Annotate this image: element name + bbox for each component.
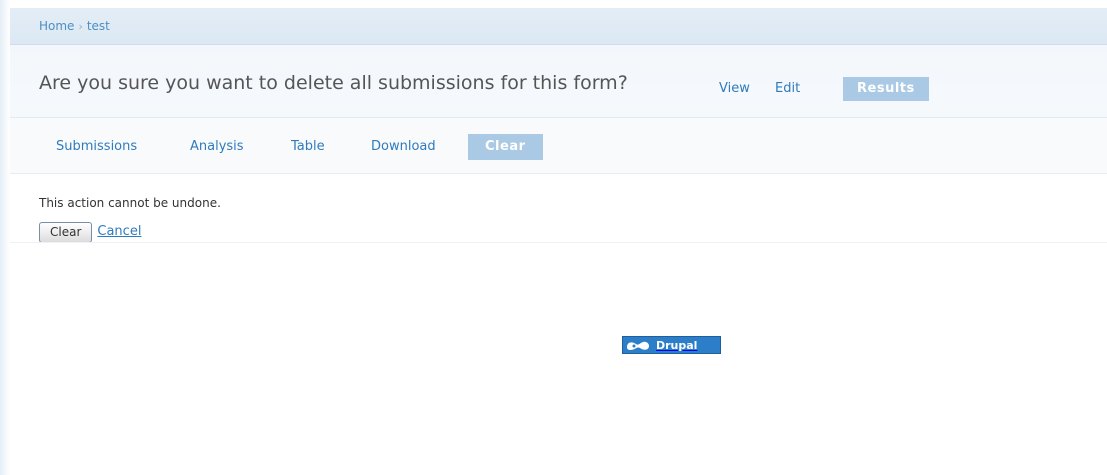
tab-view[interactable]: View (719, 77, 750, 101)
clear-button[interactable]: Clear (39, 222, 93, 243)
form-actions: Clear Cancel (39, 221, 141, 243)
secondary-tabs: Submissions Analysis Table Download Clea… (10, 118, 1107, 174)
breadcrumb-separator: › (78, 20, 83, 33)
subtab-download[interactable]: Download (371, 134, 436, 160)
title-bar: Are you sure you want to delete all subm… (10, 45, 1107, 118)
tab-edit[interactable]: Edit (775, 77, 800, 101)
breadcrumb-home-link[interactable]: Home (39, 19, 74, 33)
page: Home › test Are you sure you want to delet… (0, 0, 1107, 475)
drupal-drop-icon (627, 341, 649, 350)
subtab-analysis[interactable]: Analysis (190, 134, 244, 160)
confirm-message: This action cannot be undone. (39, 196, 221, 210)
subtab-clear[interactable]: Clear (468, 134, 543, 160)
tab-results[interactable]: Results (843, 77, 929, 101)
page-title: Are you sure you want to delete all subm… (39, 72, 628, 94)
breadcrumb-current-link[interactable]: test (87, 19, 110, 33)
powered-by-drupal-badge[interactable]: Drupal (622, 336, 721, 354)
subtab-submissions[interactable]: Submissions (56, 134, 137, 160)
cancel-link[interactable]: Cancel (97, 221, 141, 242)
content-divider (10, 242, 1107, 243)
breadcrumb: Home › test (10, 8, 1107, 45)
confirm-form: This action cannot be undone. Clear Cance… (39, 196, 221, 243)
drupal-badge-label: Drupal (656, 338, 698, 352)
subtab-table[interactable]: Table (291, 134, 325, 160)
